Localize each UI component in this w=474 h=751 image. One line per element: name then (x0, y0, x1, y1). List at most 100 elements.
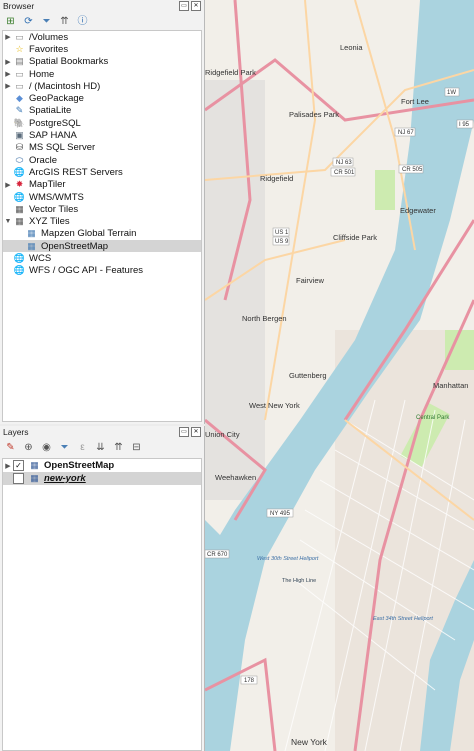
browser-item-label: SpatiaLite (29, 105, 72, 117)
browser-item-macintosh-hd[interactable]: ▶ ▭ / (Macintosh HD) (3, 80, 201, 92)
label-the-high-line: The High Line (282, 578, 316, 584)
browser-title-label: Browser (3, 1, 35, 11)
browser-toolbar: ⊞ ⟳ ⏷ ⇈ ⓘ (0, 12, 204, 30)
label-north-bergen: North Bergen (242, 314, 287, 323)
label-edgewater: Edgewater (400, 206, 436, 215)
layer-row-openstreetmap[interactable]: ▶ ✓ ▦ OpenStreetMap (3, 459, 201, 472)
shield-ny495: NY 495 (270, 511, 291, 517)
close-panel-icon[interactable]: ✕ (191, 1, 201, 11)
star-icon: ☆ (15, 43, 24, 54)
browser-panel-controls: ▭ ✕ (179, 1, 201, 11)
map-canvas[interactable]: NJ 63 CR 501 CR 505 NJ 67 US 1 US 9 NY 4… (205, 0, 474, 751)
folder-icon: ▭ (15, 31, 24, 42)
maptiler-icon: ✸ (15, 179, 24, 190)
layers-tree[interactable]: ▶ ✓ ▦ OpenStreetMap ▦ new-york (2, 458, 202, 751)
label-union-city: Union City (205, 430, 240, 439)
expand-arrow-icon[interactable]: ▶ (3, 181, 13, 189)
label-west-new-york: West New York (249, 401, 300, 410)
collapse-icon[interactable]: ⇈ (58, 15, 71, 28)
browser-item-favorites[interactable]: ☆ Favorites (3, 43, 201, 55)
expand-arrow-icon[interactable]: ▶ (3, 70, 13, 78)
label-palisades-park: Palisades Park (289, 110, 339, 119)
layer-label: OpenStreetMap (44, 460, 115, 471)
browser-item-label: GeoPackage (29, 93, 84, 105)
add-group-icon[interactable]: ⊕ (22, 441, 35, 454)
browser-item-sap-hana[interactable]: ▣ SAP HANA (3, 129, 201, 141)
browser-item-arcgis[interactable]: 🌐 ArcGIS REST Servers (3, 166, 201, 178)
browser-item-mapzen-global-terrain[interactable]: ▦ Mapzen Global Terrain (3, 228, 201, 240)
label-guttenberg: Guttenberg (289, 371, 327, 380)
filter-expression-icon[interactable]: ε (76, 441, 89, 454)
expand-all-icon[interactable]: ⇊ (94, 441, 107, 454)
style-icon[interactable]: ✎ (4, 441, 17, 454)
xyz-tiles-icon: ▦ (15, 216, 24, 227)
browser-item-label: MapTiler (29, 179, 66, 191)
browser-item-geopackage[interactable]: ◆ GeoPackage (3, 92, 201, 104)
browser-tree[interactable]: ▶ ▭/Volumes ☆ Favorites ▶ ▤ Spatial Bookmark… (2, 30, 202, 422)
browser-item-label: Vector Tiles (29, 203, 79, 215)
close-panel-icon[interactable]: ✕ (191, 427, 201, 437)
browser-item-spatial-bookmarks[interactable]: ▶ ▤ Spatial Bookmarks (3, 56, 201, 68)
browser-item-label: /Volumes (29, 31, 69, 43)
expand-arrow-icon[interactable]: ▶ (3, 462, 13, 470)
browser-item-volumes[interactable]: ▶ ▭ /Volumes (3, 31, 201, 43)
eye-icon[interactable]: ◉ (40, 441, 53, 454)
remove-layer-icon[interactable]: ⊟ (130, 441, 143, 454)
browser-item-wms[interactable]: 🌐 WMS/WMTS (3, 191, 201, 203)
refresh-icon[interactable]: ⟳ (22, 15, 35, 28)
browser-item-label: Home (29, 68, 55, 80)
filter-icon[interactable]: ⏷ (40, 15, 53, 28)
postgresql-icon: 🐘 (13, 117, 26, 128)
folder-icon: ▭ (15, 68, 24, 79)
browser-item-label: Favorites (29, 43, 69, 55)
browser-item-label: MS SQL Server (29, 142, 96, 154)
browser-item-maptiler[interactable]: ▶ ✸ MapTiler (3, 179, 201, 191)
layers-toolbar: ✎ ⊕ ◉ ⏷ ε ⇊ ⇈ ⊟ (0, 438, 204, 456)
browser-item-xyz-tiles[interactable]: ▼ ▦ XYZ Tiles (3, 215, 201, 227)
browser-item-mssql[interactable]: ⛁ MS SQL Server (3, 142, 201, 154)
label-cliffside-park: Cliffside Park (333, 233, 377, 242)
label-weehawken: Weehawken (215, 473, 256, 482)
collapse-all-icon[interactable]: ⇈ (112, 441, 125, 454)
browser-item-postgresql[interactable]: 🐘 PostgreSQL (3, 117, 201, 129)
label-ridgefield: Ridgefield (260, 174, 293, 183)
layer-visibility-checkbox[interactable]: ✓ (13, 460, 24, 471)
xyz-layer-icon: ▦ (27, 240, 36, 251)
browser-item-home[interactable]: ▶ ▭ Home (3, 68, 201, 80)
float-panel-icon[interactable]: ▭ (179, 1, 189, 11)
add-layer-icon[interactable]: ⊞ (4, 15, 17, 28)
layer-visibility-checkbox[interactable] (13, 473, 24, 484)
oracle-icon: ⬭ (15, 154, 24, 165)
osm-map[interactable]: NJ 63 CR 501 CR 505 NJ 67 US 1 US 9 NY 4… (205, 0, 474, 751)
shield-1w: 1W (447, 90, 456, 96)
park-labels: Central Park (416, 415, 450, 421)
shield-i78: 178 (244, 678, 255, 684)
filter-icon[interactable]: ⏷ (58, 441, 71, 454)
info-icon[interactable]: ⓘ (76, 15, 89, 28)
float-panel-icon[interactable]: ▭ (179, 427, 189, 437)
browser-item-spatialite[interactable]: ✎ SpatiaLite (3, 105, 201, 117)
park-area (445, 330, 474, 370)
shield-cr501: CR 501 (334, 170, 355, 176)
browser-item-wfs[interactable]: 🌐 WFS / OGC API - Features (3, 265, 201, 277)
label-w30-heliport: West 30th Street Heliport (257, 556, 319, 562)
collapse-arrow-icon[interactable]: ▼ (3, 218, 13, 225)
label-ridgefield-park: Ridgefield Park (205, 68, 256, 77)
layer-row-new-york[interactable]: ▦ new-york (3, 472, 201, 485)
expand-arrow-icon[interactable]: ▶ (3, 33, 13, 41)
wms-icon: 🌐 (13, 191, 26, 202)
label-fairview: Fairview (296, 276, 325, 285)
raster-icon: ▦ (30, 460, 39, 470)
spatialite-icon: ✎ (15, 105, 24, 116)
browser-item-oracle[interactable]: ⬭ Oracle (3, 154, 201, 166)
browser-item-label: XYZ Tiles (29, 216, 70, 228)
browser-item-label: WCS (29, 252, 52, 264)
expand-arrow-icon[interactable]: ▶ (3, 58, 13, 66)
browser-item-openstreetmap[interactable]: ▦ OpenStreetMap (3, 240, 201, 253)
shield-nj63: NJ 63 (336, 160, 352, 166)
browser-item-vector-tiles[interactable]: ▦ Vector Tiles (3, 203, 201, 215)
browser-item-wcs[interactable]: 🌐 WCS (3, 252, 201, 264)
vector-tiles-icon: ▦ (15, 203, 24, 214)
expand-arrow-icon[interactable]: ▶ (3, 82, 13, 90)
label-new-york: New York (291, 737, 328, 747)
